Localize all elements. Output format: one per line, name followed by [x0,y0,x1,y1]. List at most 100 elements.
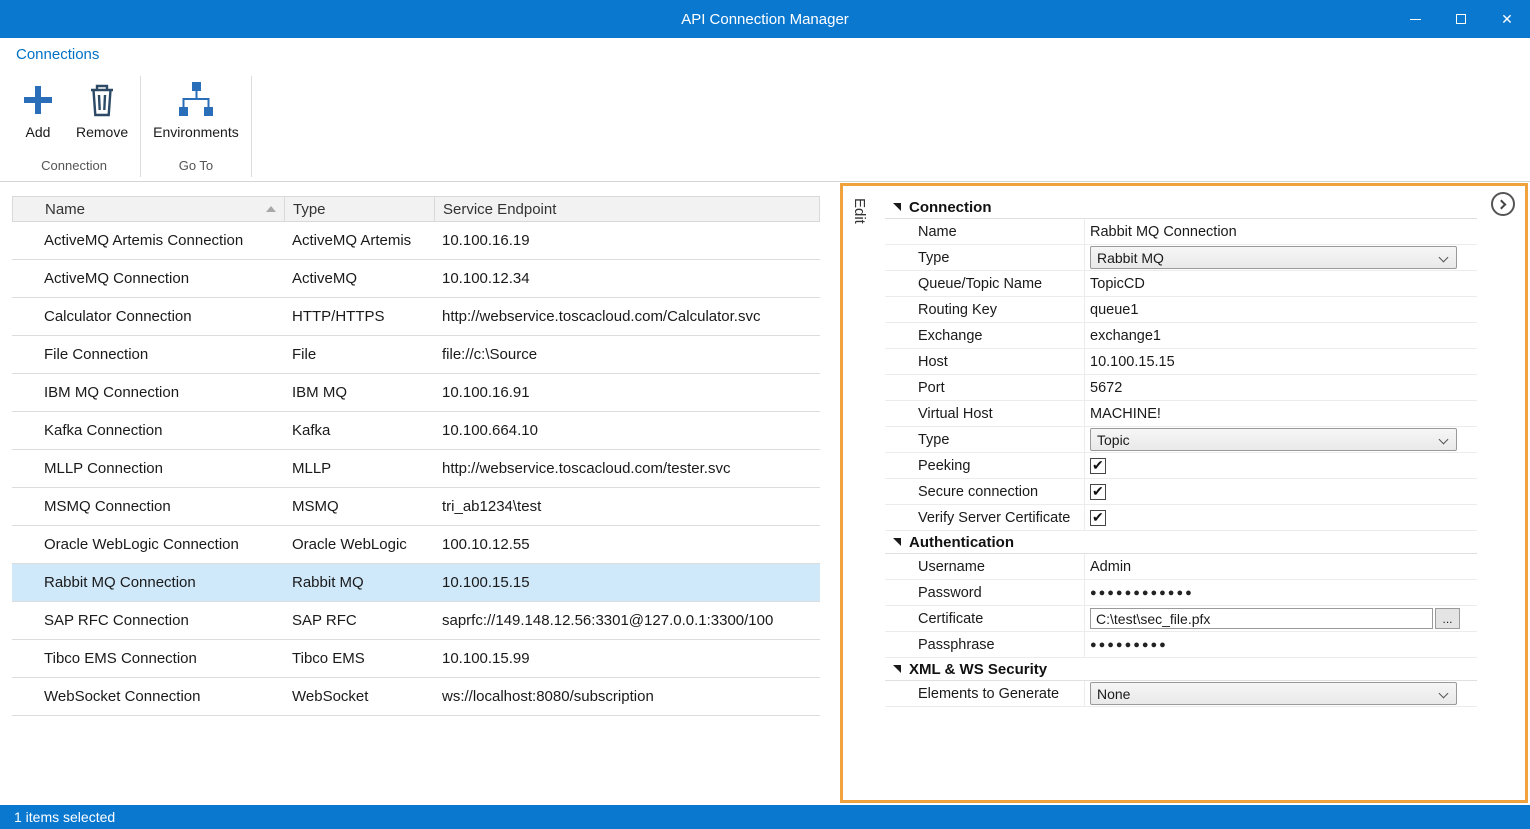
app-window: API Connection Manager ✕ Connections Add [0,0,1530,829]
environments-button-label: Environments [153,124,239,140]
field-label: Port [885,375,1085,400]
cell-endpoint: http://webservice.toscacloud.com/Calcula… [434,308,820,325]
table-row[interactable]: WebSocket ConnectionWebSocketws://localh… [12,678,820,716]
field-label: Routing Key [885,297,1085,322]
section-title: Connection [909,199,992,216]
field-row-name: Name Rabbit MQ Connection [885,219,1477,245]
checkmark-icon: ✔ [1092,483,1104,500]
table-row[interactable]: ActiveMQ ConnectionActiveMQ10.100.12.34 [12,260,820,298]
username-value[interactable]: Admin [1090,559,1131,575]
table-row[interactable]: Rabbit MQ ConnectionRabbit MQ10.100.15.1… [12,564,820,602]
ribbon-group-connection: Add Remove [10,70,138,181]
column-header-endpoint-label: Service Endpoint [443,201,556,218]
table-row[interactable]: Oracle WebLogic ConnectionOracle WebLogi… [12,526,820,564]
dropdown-selected-value: Topic [1097,432,1130,448]
minimize-button[interactable] [1392,0,1438,38]
collapse-panel-button[interactable] [1491,192,1515,216]
table-row[interactable]: Calculator ConnectionHTTP/HTTPShttp://we… [12,298,820,336]
table-row[interactable]: IBM MQ ConnectionIBM MQ10.100.16.91 [12,374,820,412]
cell-type: Rabbit MQ [284,574,434,591]
field-row-verify-server-certificate: Verify Server Certificate✔ [885,505,1477,531]
section-header-connection[interactable]: Connection [885,196,1477,219]
add-button[interactable]: Add [10,76,66,142]
environments-button[interactable]: Environments [143,76,249,142]
password-masked-value[interactable]: ●●●●●●●●●●●● [1090,587,1194,599]
cell-endpoint: 10.100.15.99 [434,650,820,667]
section-title: Authentication [909,534,1014,551]
type-dropdown[interactable]: Rabbit MQ [1090,246,1457,269]
secure-connection-checkbox[interactable]: ✔ [1090,484,1106,500]
field-row-type: TypeRabbit MQ [885,245,1477,271]
table-row[interactable]: Tibco EMS ConnectionTibco EMS10.100.15.9… [12,640,820,678]
ribbon-group-goto: Environments Go To [143,70,249,181]
cell-type: MLLP [284,460,434,477]
cell-name: Rabbit MQ Connection [12,574,284,591]
queue-topic-name-value[interactable]: TopicCD [1090,276,1145,292]
certificate-input[interactable]: C:\test\sec_file.pfx [1090,608,1433,629]
window-controls: ✕ [1392,0,1530,38]
cell-name: File Connection [12,346,284,363]
table-row[interactable]: SAP RFC ConnectionSAP RFCsaprfc://149.14… [12,602,820,640]
browse-button[interactable]: ... [1435,608,1460,629]
verify-server-certificate-checkbox[interactable]: ✔ [1090,510,1106,526]
field-row-routing-key: Routing Key queue1 [885,297,1477,323]
field-label: Peeking [885,453,1085,478]
host-value[interactable]: 10.100.15.15 [1090,354,1175,370]
field-row-peeking: Peeking ✔ [885,453,1477,479]
field-label: Queue/Topic Name [885,271,1085,296]
group-label-connection: Connection [10,154,138,181]
cell-type: WebSocket [284,688,434,705]
cell-name: Tibco EMS Connection [12,650,284,667]
chevron-down-icon [1439,253,1449,263]
ribbon-tab-bar: Connections [0,38,1530,70]
edit-panel-tab[interactable]: Edit [851,198,868,224]
virtual-host-value[interactable]: MACHINE! [1090,406,1161,422]
column-header-name[interactable]: Name [13,197,285,221]
elements-to-generate-dropdown[interactable]: None [1090,682,1457,705]
name-value[interactable]: Rabbit MQ Connection [1090,224,1237,240]
passphrase-masked-value[interactable]: ●●●●●●●●● [1090,639,1168,651]
cell-type: HTTP/HTTPS [284,308,434,325]
table-row[interactable]: ActiveMQ Artemis ConnectionActiveMQ Arte… [12,222,820,260]
field-value: MACHINE! [1085,401,1477,426]
cell-endpoint: ws://localhost:8080/subscription [434,688,820,705]
table-row[interactable]: MSMQ ConnectionMSMQtri_ab1234\test [12,488,820,526]
type-dropdown[interactable]: Topic [1090,428,1457,451]
field-label: Name [885,219,1085,244]
column-header-type[interactable]: Type [285,197,435,221]
table-row[interactable]: Kafka ConnectionKafka10.100.664.10 [12,412,820,450]
cell-type: ActiveMQ Artemis [284,232,434,249]
section-header-authentication[interactable]: Authentication [885,531,1477,554]
routing-key-value[interactable]: queue1 [1090,302,1138,318]
section-header-xml-ws-security[interactable]: XML & WS Security [885,658,1477,681]
cell-endpoint: 100.10.12.55 [434,536,820,553]
peeking-checkbox[interactable]: ✔ [1090,458,1106,474]
field-value: exchange1 [1085,323,1477,348]
field-label: Host [885,349,1085,374]
field-value: 10.100.15.15 [1085,349,1477,374]
table-row[interactable]: MLLP ConnectionMLLPhttp://webservice.tos… [12,450,820,488]
port-value[interactable]: 5672 [1090,380,1122,396]
maximize-button[interactable] [1438,0,1484,38]
close-button[interactable]: ✕ [1484,0,1530,38]
expander-icon [893,203,901,211]
remove-button[interactable]: Remove [66,76,138,142]
exchange-value[interactable]: exchange1 [1090,328,1161,344]
table-row[interactable]: File ConnectionFilefile://c:\Source [12,336,820,374]
dropdown-selected-value: Rabbit MQ [1097,250,1164,266]
field-row-type: Type Topic [885,427,1477,453]
connections-table: Name Type Service Endpoint ActiveMQ Arte… [12,196,820,716]
field-label: Password [885,580,1085,605]
main-area: Name Type Service Endpoint ActiveMQ Arte… [0,182,1530,805]
sitemap-icon [175,78,217,122]
window-title: API Connection Manager [0,11,1530,28]
cell-type: Oracle WebLogic [284,536,434,553]
cell-endpoint: http://webservice.toscacloud.com/tester.… [434,460,820,477]
tab-connections[interactable]: Connections [16,46,99,63]
field-label: Virtual Host [885,401,1085,426]
column-header-endpoint[interactable]: Service Endpoint [435,197,819,221]
cell-endpoint: file://c:\Source [434,346,820,363]
close-icon: ✕ [1501,12,1513,26]
field-label: Type [885,427,1085,452]
checkmark-icon: ✔ [1092,509,1104,526]
